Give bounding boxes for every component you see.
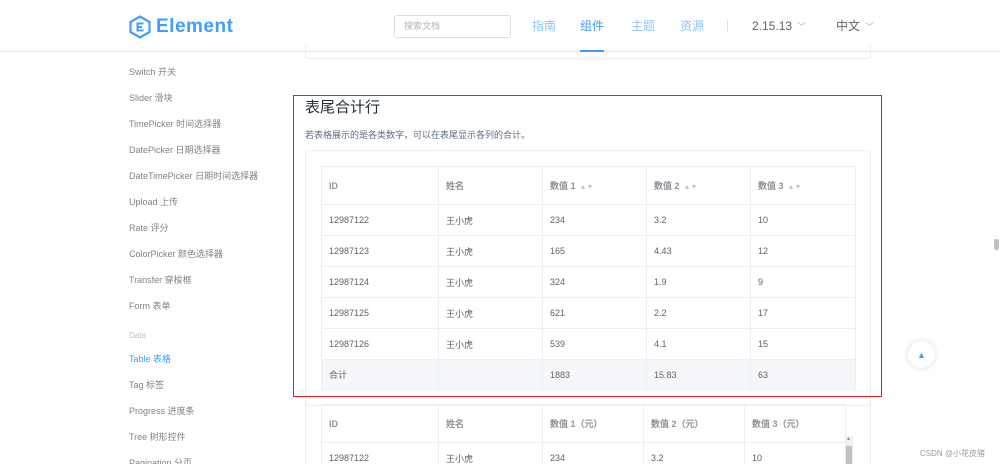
nav-divider	[727, 20, 728, 32]
sidebar-item-rate[interactable]: Rate 评分	[129, 221, 169, 234]
sidebar-item-pagination[interactable]: Pagination 分页	[129, 456, 192, 464]
search-input[interactable]: 搜索文档	[394, 15, 511, 38]
caret-up-icon: ▲	[917, 349, 926, 360]
logo-text: Element	[156, 16, 234, 37]
table-cell: 3.2	[643, 442, 745, 464]
table-cell: 234	[542, 442, 644, 464]
sidebar-item-slider[interactable]: Slider 滑块	[129, 91, 173, 104]
header-cell-value3: 数值 3（元）	[744, 404, 846, 443]
sidebar-item-colorpicker[interactable]: ColorPicker 颜色选择器	[129, 247, 223, 260]
header-cell-value1: 数值 1（元）	[542, 404, 644, 443]
page-scrollbar-thumb[interactable]	[994, 239, 999, 250]
summary-table-2: ID 姓名 数值 1（元） 数值 2（元） 数值 3（元） 12987122 王…	[321, 404, 846, 464]
sidebar-item-tree[interactable]: Tree 树形控件	[129, 430, 186, 443]
table-cell: 10	[744, 442, 846, 464]
scroll-up-arrow-icon[interactable]: ▲	[846, 436, 851, 442]
sidebar-item-switch[interactable]: Switch 开关	[129, 65, 176, 78]
chevron-down-icon: ﹀	[865, 22, 875, 32]
header-cell-name: 姓名	[438, 404, 543, 443]
language-label: 中文	[836, 19, 861, 33]
sidebar-group-data: Data	[129, 331, 146, 340]
header-cell-value2: 数值 2（元）	[643, 404, 745, 443]
header-cell-id: ID	[321, 404, 439, 443]
sidebar-item-timepicker[interactable]: TimePicker 时间选择器	[129, 117, 221, 130]
element-logo[interactable]: Element	[128, 14, 233, 40]
sidebar-item-progress[interactable]: Progress 进度条	[129, 404, 195, 417]
sidebar-item-form[interactable]: Form 表单	[129, 299, 171, 312]
watermark: CSDN @小花皮猪	[920, 449, 986, 458]
table-scrollbar-thumb[interactable]	[846, 446, 852, 464]
sidebar-item-transfer[interactable]: Transfer 穿梭框	[129, 273, 192, 286]
table-cell: 12987122	[321, 442, 439, 464]
version-label: 2.15.13	[752, 19, 793, 33]
table-header-row: ID 姓名 数值 1（元） 数值 2（元） 数值 3（元）	[321, 404, 846, 443]
sidebar-item-datetimepicker[interactable]: DateTimePicker 日期时间选择器	[129, 169, 258, 182]
back-to-top-button[interactable]: ▲	[908, 341, 935, 368]
sidebar-item-tag[interactable]: Tag 标签	[129, 378, 164, 391]
table-cell: 王小虎	[438, 442, 543, 464]
element-logo-icon	[129, 15, 151, 39]
previous-demo-block	[305, 44, 871, 59]
sidebar-item-table[interactable]: Table 表格	[129, 352, 171, 365]
chevron-down-icon: ﹀	[797, 22, 807, 32]
highlight-box	[293, 95, 882, 397]
sidebar-item-datepicker[interactable]: DatePicker 日期选择器	[129, 143, 221, 156]
sidebar-item-upload[interactable]: Upload 上传	[129, 195, 178, 208]
table-row: 12987122 王小虎 234 3.2 10	[321, 442, 846, 464]
